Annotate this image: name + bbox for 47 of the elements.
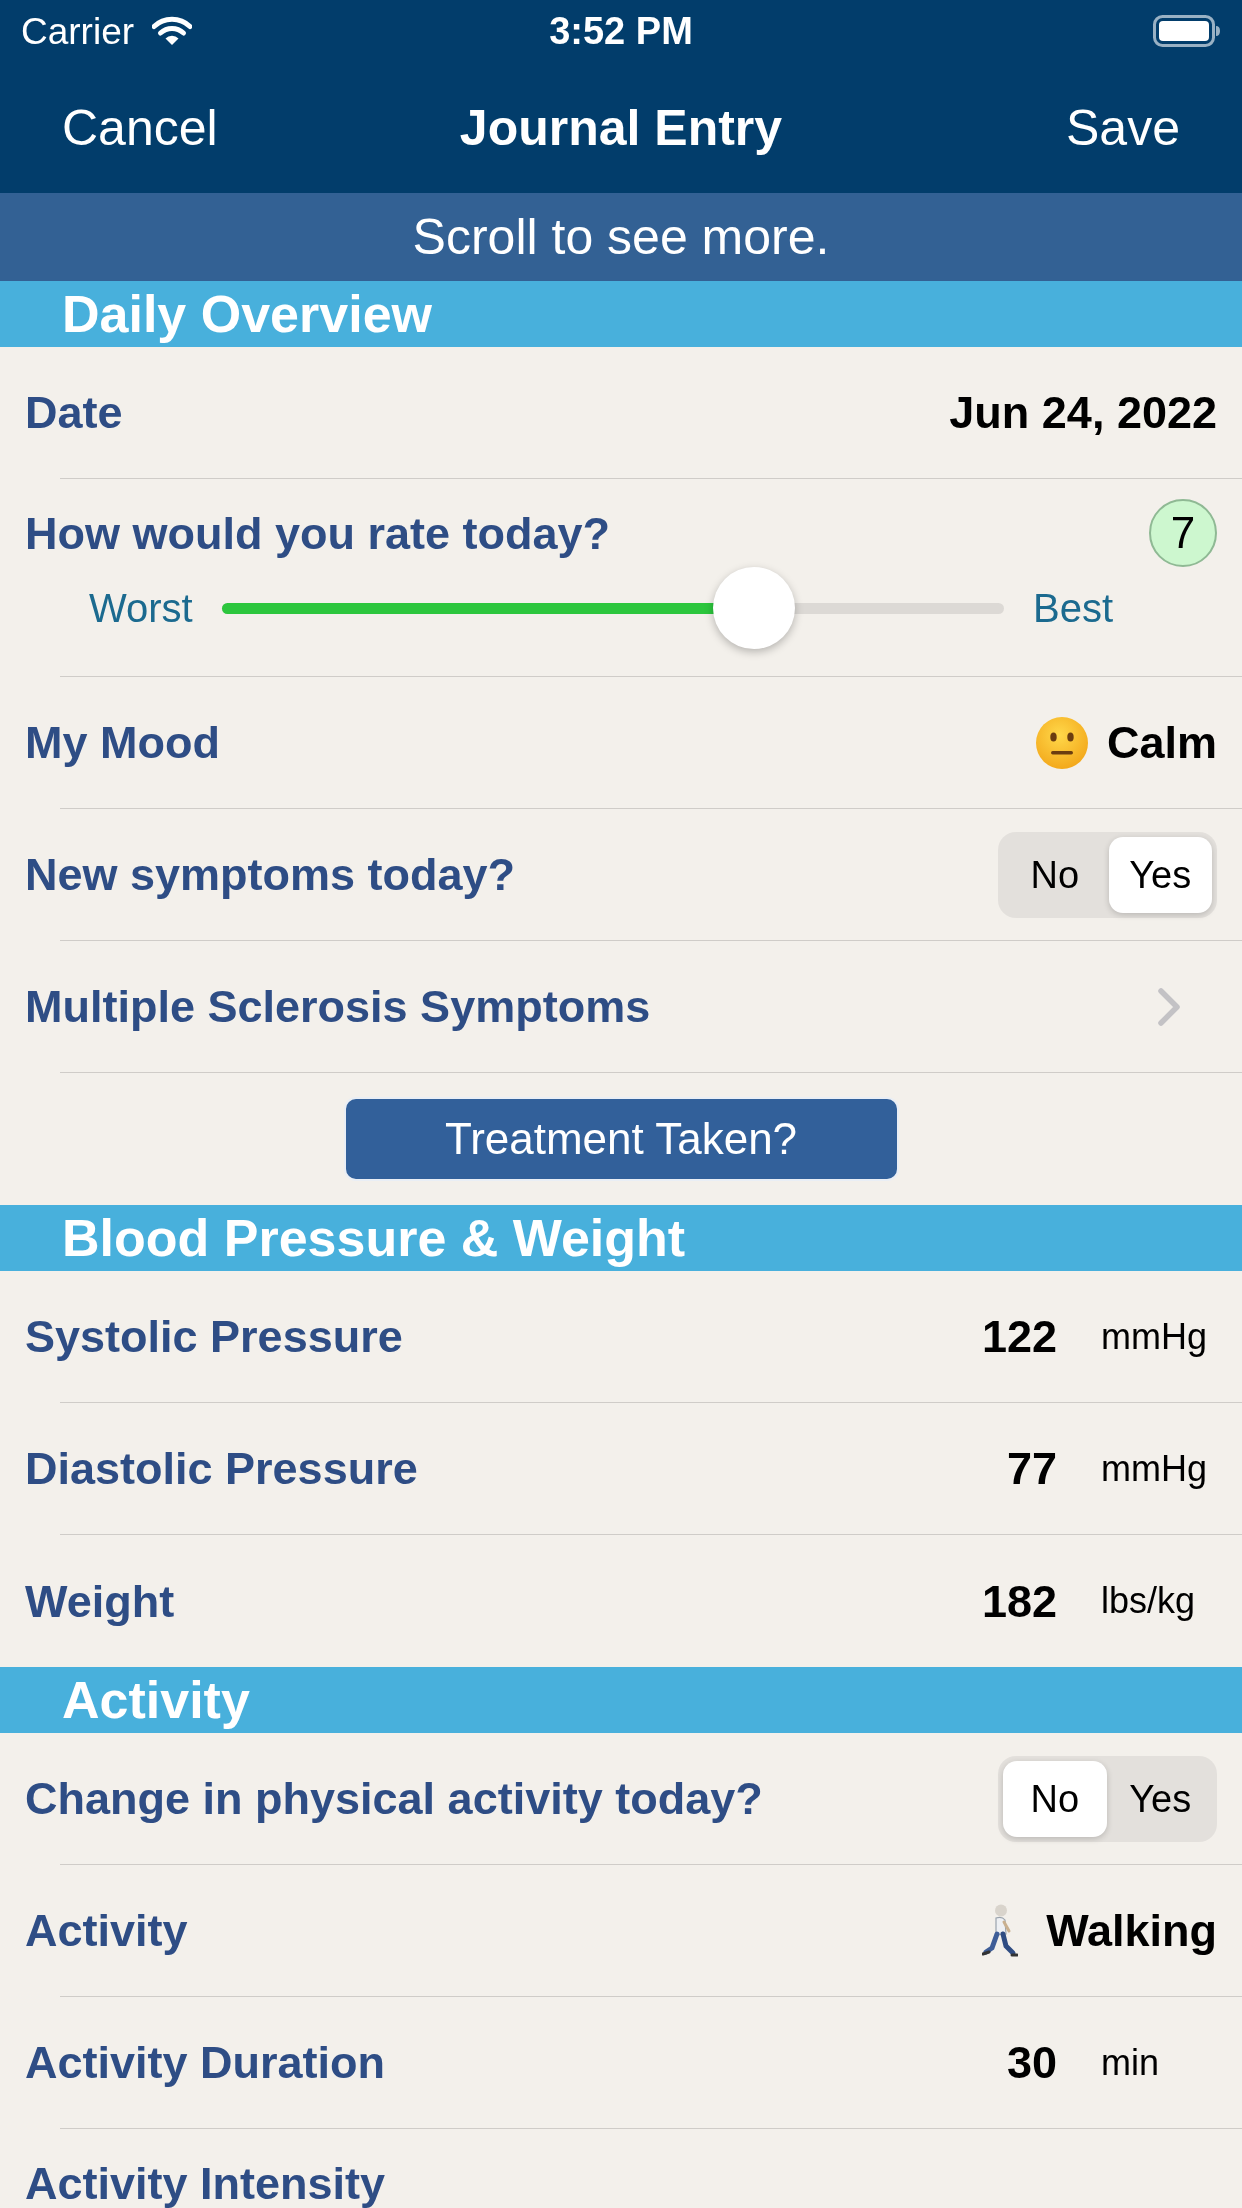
row-label: Change in physical activity today?: [25, 1776, 763, 1821]
segment-option[interactable]: Yes: [1108, 1760, 1212, 1837]
unit-label: mmHg: [1101, 1318, 1207, 1355]
unit-label: mmHg: [1101, 1450, 1207, 1487]
section-header: Activity: [0, 1667, 1242, 1733]
carrier-label: Carrier: [21, 12, 135, 50]
row-label: Weight: [25, 1578, 175, 1624]
row-label: New symptoms today?: [25, 852, 516, 897]
measurement-value: 77: [1006, 1446, 1057, 1491]
row-label: Diastolic Pressure: [25, 1446, 418, 1491]
measurement-value: 30: [1006, 2040, 1057, 2085]
mood-value: Calm: [1106, 720, 1217, 765]
row-label: Systolic Pressure: [25, 1314, 403, 1359]
scroll-hint-banner: Scroll to see more.: [0, 193, 1242, 281]
rating-slider[interactable]: [222, 567, 1004, 649]
activity-value: Walking: [1046, 1908, 1217, 1953]
wifi-icon: [152, 16, 193, 46]
nav-title: Journal Entry: [459, 102, 783, 153]
row-label: How would you rate today?: [25, 510, 611, 556]
slider-max-label: Best: [1033, 588, 1114, 628]
unit-label: lbs/kg: [1101, 1583, 1196, 1619]
chevron-right-icon: [1158, 987, 1180, 1026]
slider-thumb[interactable]: [712, 567, 795, 649]
segment-option[interactable]: Yes: [1108, 836, 1212, 913]
neutral-face-icon: [1035, 716, 1088, 769]
segment-option[interactable]: No: [1003, 1760, 1107, 1837]
section-header: Blood Pressure & Weight: [0, 1205, 1242, 1271]
slider-min-label: Worst: [89, 588, 193, 628]
row-label: Date: [25, 390, 123, 435]
treatment-button[interactable]: Treatment Taken?: [343, 1097, 899, 1181]
date-value: Jun 24, 2022: [949, 390, 1217, 435]
row-label: Activity Duration: [25, 2040, 386, 2085]
rating-value-badge: 7: [1149, 499, 1217, 567]
unit-label: min: [1101, 2044, 1159, 2081]
battery-icon: [1153, 15, 1221, 47]
cancel-button[interactable]: Cancel: [62, 102, 218, 153]
walking-person-icon: [982, 1903, 1019, 1958]
row-label[interactable]: Multiple Sclerosis Symptoms: [25, 984, 651, 1029]
row-label: Activity Intensity: [25, 2160, 386, 2206]
segment-option[interactable]: No: [1003, 836, 1107, 913]
row-label: My Mood: [25, 720, 220, 765]
save-button[interactable]: Save: [1066, 102, 1180, 153]
measurement-value: 122: [981, 1314, 1057, 1359]
row-label: Activity: [25, 1908, 188, 1953]
measurement-value: 182: [981, 1578, 1057, 1624]
status-time: 3:52 PM: [549, 12, 693, 50]
section-header: Daily Overview: [0, 281, 1242, 347]
